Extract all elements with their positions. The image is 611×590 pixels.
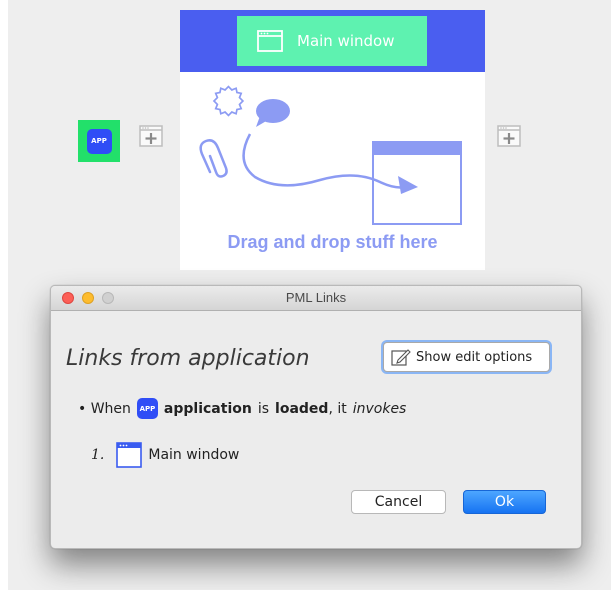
main-window-node[interactable]: Main window Drag and drop stuff here: [180, 10, 485, 270]
zoom-button[interactable]: [102, 292, 114, 304]
app-icon: APP: [136, 398, 158, 419]
window-icon: [372, 141, 462, 225]
bullet-dot: •: [78, 400, 91, 417]
rule-subject[interactable]: application: [164, 401, 252, 417]
window-icon: [257, 30, 283, 52]
speech-bubble-icon: [256, 99, 290, 127]
rule-prefix: When: [90, 400, 131, 417]
dropzone-illustration: [199, 85, 462, 225]
show-edit-options-button[interactable]: Show edit options: [383, 342, 550, 372]
dialog-title: PML Links: [285, 290, 347, 305]
show-edit-options-label: Show edit options: [416, 349, 533, 365]
dialog-titlebar[interactable]: PML Links: [51, 286, 581, 311]
rule-state[interactable]: loaded: [275, 401, 328, 417]
app-node[interactable]: APP: [78, 120, 120, 162]
list-item-label: Main window: [148, 447, 240, 463]
paperclip-icon: [199, 139, 228, 178]
ok-button[interactable]: Ok: [463, 490, 546, 514]
minimize-button[interactable]: [82, 292, 94, 304]
close-button[interactable]: [62, 292, 74, 304]
gear-icon: [212, 85, 245, 117]
app-icon: APP: [86, 128, 112, 154]
rule-suffix: , it: [328, 400, 347, 417]
window-icon: [116, 442, 143, 468]
list-item[interactable]: 1. Main window: [91, 442, 239, 468]
dialog-heading: Links from application: [66, 346, 310, 371]
rule-verb: is: [257, 400, 270, 417]
dropzone-text: Drag and drop stuff here: [227, 232, 438, 252]
edit-icon: [391, 348, 411, 366]
add-window-icon[interactable]: [139, 125, 163, 147]
pml-links-dialog: PML Links Links from application Show ed…: [50, 285, 582, 549]
add-window-icon[interactable]: [497, 125, 521, 147]
main-window-title: Main window: [297, 32, 395, 50]
list-item-number: 1.: [91, 447, 105, 463]
cancel-button[interactable]: Cancel: [351, 490, 446, 514]
main-window-tab[interactable]: Main window: [237, 16, 427, 66]
link-rule-line: • When APP application is loaded , it in…: [78, 398, 406, 419]
rule-action[interactable]: invokes: [353, 401, 407, 417]
